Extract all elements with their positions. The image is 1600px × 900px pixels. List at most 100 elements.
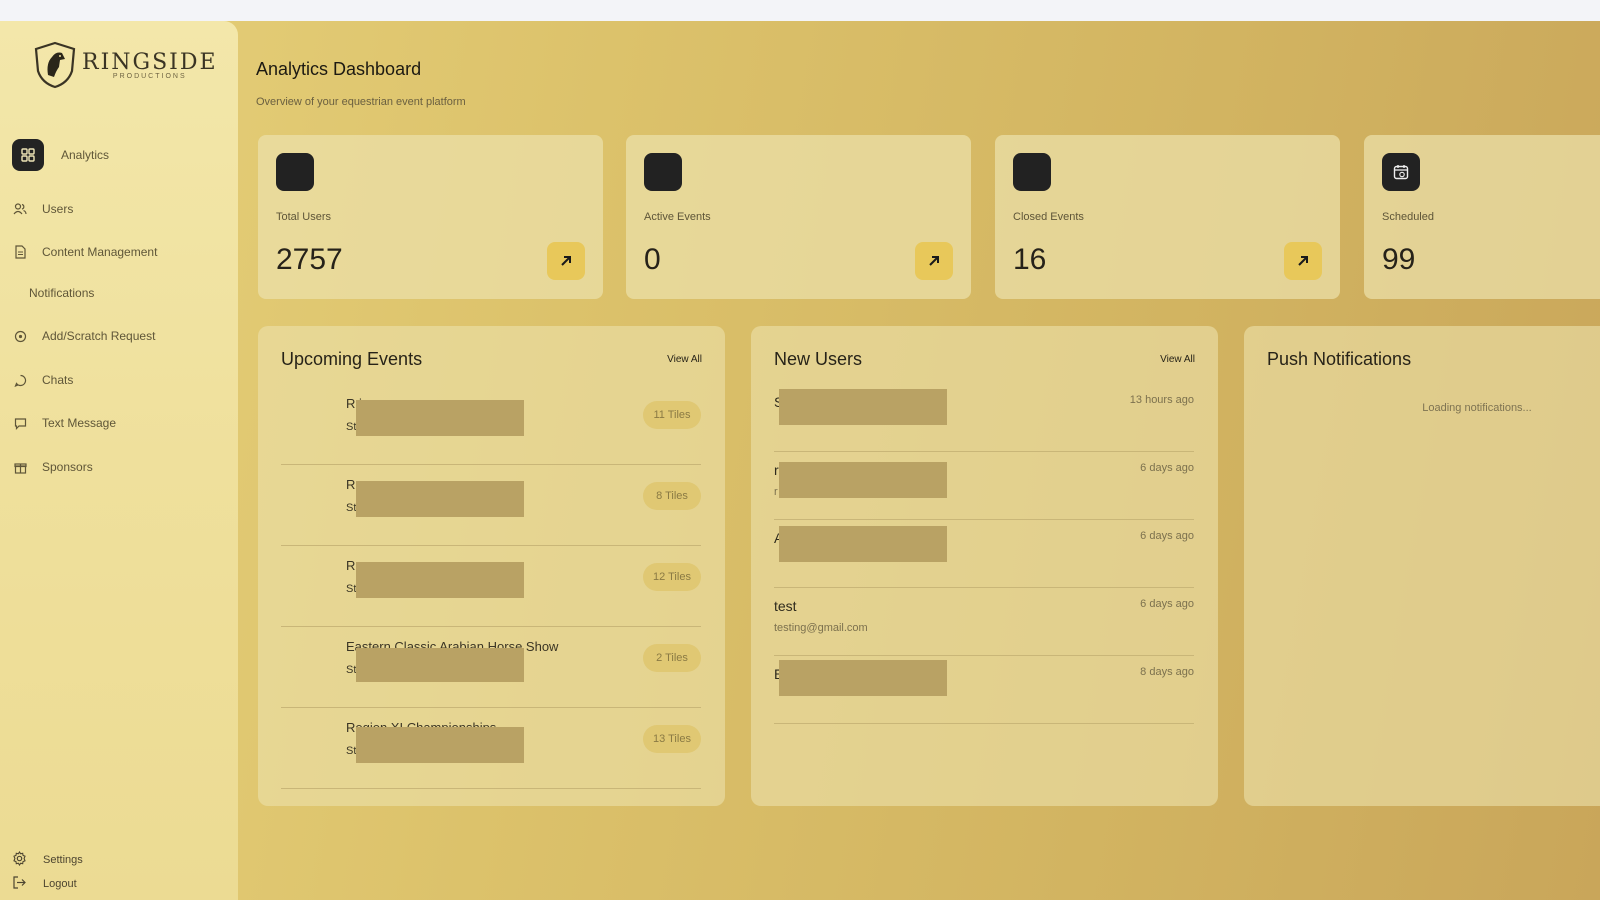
event-title: R xyxy=(346,477,356,492)
brand-logo[interactable]: RINGSIDE PRODUCTIONS xyxy=(32,41,218,89)
panel-title: New Users xyxy=(774,349,863,369)
new-users-panel: New Users View All S 13 hours ago r r 6 … xyxy=(751,326,1218,806)
user-row[interactable]: r r 6 days ago xyxy=(774,452,1194,520)
stat-icon-placeholder xyxy=(276,153,314,191)
event-row[interactable]: R St 12 Tiles xyxy=(281,547,701,627)
sidebar-item-settings[interactable]: Settings xyxy=(12,850,83,869)
sidebar-item-label: Settings xyxy=(43,854,83,866)
upcoming-events-panel: Upcoming Events View All R ips St 11 Til… xyxy=(258,326,725,806)
redaction-block xyxy=(779,660,947,696)
stat-card-closed-events: Closed Events 16 xyxy=(995,135,1340,299)
grid-icon xyxy=(12,139,44,171)
calendar-icon xyxy=(1382,153,1420,191)
stat-open-button[interactable] xyxy=(547,242,585,280)
logout-icon xyxy=(12,875,27,893)
sidebar-item-users[interactable]: Users xyxy=(12,201,73,217)
message-square-icon xyxy=(12,415,28,431)
stat-label: Total Users xyxy=(276,211,332,223)
event-row[interactable]: Eastern Classic Arabian Horse Show St 2 … xyxy=(281,628,701,708)
sidebar-item-content-management[interactable]: Content Management xyxy=(12,244,157,260)
stat-icon-placeholder xyxy=(644,153,682,191)
sidebar: RINGSIDE PRODUCTIONS Analytics Users Con… xyxy=(0,21,238,900)
redaction-block xyxy=(356,481,524,517)
sidebar-item-chats[interactable]: Chats xyxy=(12,372,73,388)
user-row[interactable]: E 8 days ago xyxy=(774,656,1194,724)
arrow-up-right-icon xyxy=(1298,256,1308,266)
event-subtitle: St xyxy=(346,745,357,757)
event-row[interactable]: R ips St 11 Tiles xyxy=(281,385,701,465)
sidebar-item-label: Sponsors xyxy=(42,460,93,474)
redaction-block xyxy=(779,462,947,498)
stat-card-active-events: Active Events 0 xyxy=(626,135,971,299)
arrow-up-right-icon xyxy=(561,256,571,266)
loading-status: Loading notifications... xyxy=(1422,402,1532,414)
sidebar-item-label: Chats xyxy=(42,373,74,387)
tiles-badge: 2 Tiles xyxy=(643,644,701,672)
sidebar-item-label: Analytics xyxy=(61,148,110,162)
user-row[interactable]: A 6 days ago xyxy=(774,520,1194,588)
event-subtitle: St xyxy=(346,421,357,433)
redaction-block xyxy=(779,389,947,425)
event-subtitle: St xyxy=(346,502,357,514)
sidebar-item-label: Add/Scratch Request xyxy=(42,329,156,343)
stat-value: 16 xyxy=(1013,243,1047,276)
view-all-users-link[interactable]: View All xyxy=(1160,354,1195,365)
user-row[interactable]: S 13 hours ago xyxy=(774,384,1194,452)
sidebar-item-analytics[interactable]: Analytics xyxy=(12,139,109,171)
brand-text: RINGSIDE PRODUCTIONS xyxy=(82,50,218,80)
stat-label: Closed Events xyxy=(1013,211,1084,223)
user-joined-time: 6 days ago xyxy=(1140,598,1194,610)
redaction-block xyxy=(356,648,524,682)
redaction-block xyxy=(356,400,524,436)
page-subtitle: Overview of your equestrian event platfo… xyxy=(256,96,466,108)
page-title: Analytics Dashboard xyxy=(256,59,422,79)
event-row[interactable]: R St 8 Tiles xyxy=(281,466,701,546)
sidebar-item-text-message[interactable]: Text Message xyxy=(12,415,116,431)
sidebar-item-notifications[interactable]: Notifications xyxy=(29,286,94,300)
brand-name: RINGSIDE xyxy=(82,50,218,75)
panel-title: Upcoming Events xyxy=(281,349,423,369)
stat-label: Active Events xyxy=(644,211,711,223)
user-name: r xyxy=(774,462,779,478)
user-joined-time: 6 days ago xyxy=(1140,462,1194,474)
sidebar-item-sponsors[interactable]: Sponsors xyxy=(12,459,93,475)
redaction-block xyxy=(356,727,524,763)
horse-shield-icon xyxy=(34,41,76,89)
event-subtitle: St xyxy=(346,664,357,676)
gear-icon xyxy=(12,850,27,869)
stat-icon-placeholder xyxy=(1013,153,1051,191)
sidebar-item-label: Content Management xyxy=(42,245,158,259)
stat-value: 99 xyxy=(1382,243,1416,276)
tiles-badge: 8 Tiles xyxy=(643,482,701,510)
stat-label: Scheduled xyxy=(1382,211,1434,223)
user-joined-time: 8 days ago xyxy=(1140,666,1194,678)
stat-open-button[interactable] xyxy=(1284,242,1322,280)
redaction-block xyxy=(779,526,947,562)
user-email: r xyxy=(774,486,778,498)
event-title: R xyxy=(346,558,356,573)
chat-bubble-icon xyxy=(12,372,28,388)
stat-value: 0 xyxy=(644,243,661,276)
event-row[interactable]: Region XI Championships St 13 Tiles xyxy=(281,709,701,789)
user-joined-time: 6 days ago xyxy=(1140,530,1194,542)
sidebar-item-add-scratch-request[interactable]: Add/Scratch Request xyxy=(12,328,155,344)
stat-value: 2757 xyxy=(276,243,343,276)
tiles-badge: 13 Tiles xyxy=(643,725,701,753)
sidebar-item-label: Logout xyxy=(43,878,77,890)
stat-card-scheduled: Scheduled 99 xyxy=(1364,135,1600,299)
stat-open-button[interactable] xyxy=(915,242,953,280)
app-root: RINGSIDE PRODUCTIONS Analytics Users Con… xyxy=(0,21,1600,900)
panel-title: Push Notifications xyxy=(1267,349,1412,369)
user-row[interactable]: test testing@gmail.com 6 days ago xyxy=(774,588,1194,656)
sidebar-item-logout[interactable]: Logout xyxy=(12,875,77,893)
view-all-events-link[interactable]: View All xyxy=(667,354,702,365)
browser-top-strip xyxy=(0,0,1600,21)
tiles-badge: 12 Tiles xyxy=(643,563,701,591)
sidebar-item-label: Text Message xyxy=(42,416,117,430)
document-icon xyxy=(12,244,28,260)
stat-card-total-users: Total Users 2757 xyxy=(258,135,603,299)
users-icon xyxy=(12,201,28,217)
user-email: testing@gmail.com xyxy=(774,622,868,634)
push-notifications-panel: Push Notifications Loading notifications… xyxy=(1244,326,1600,806)
arrow-up-right-icon xyxy=(929,256,939,266)
